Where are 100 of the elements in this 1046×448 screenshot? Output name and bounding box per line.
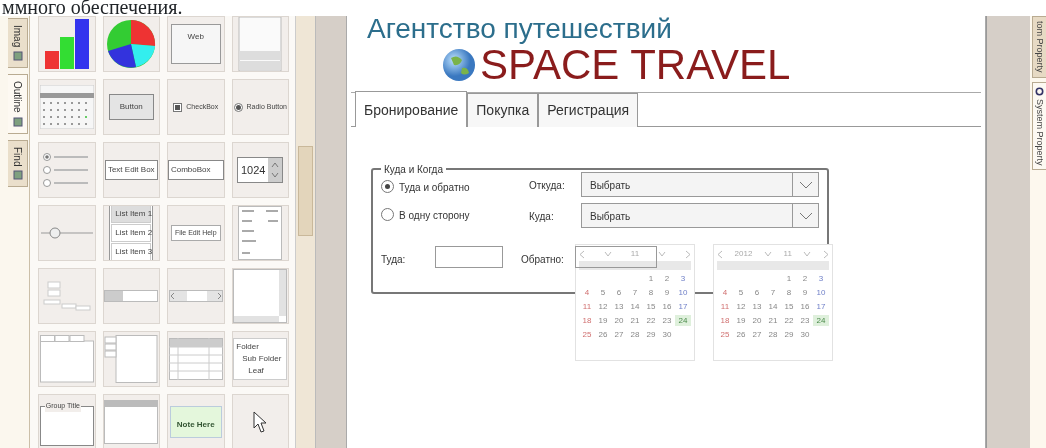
calendar-day[interactable]: 12 (733, 301, 749, 312)
calendar-day[interactable]: 3 (675, 273, 691, 284)
dropdown[interactable]: Выбрать (581, 172, 819, 197)
calendar-day[interactable]: 12 (595, 301, 611, 312)
calendar-day[interactable]: 22 (781, 315, 797, 326)
calendar-day[interactable]: 7 (765, 287, 781, 298)
palette-tile[interactable] (167, 331, 225, 387)
calendar-day[interactable]: 18 (717, 315, 733, 326)
calendar-day[interactable]: 30 (659, 329, 675, 340)
calendar-day[interactable]: 1 (643, 273, 659, 284)
calendar-day[interactable]: 28 (627, 329, 643, 340)
calendar-day[interactable]: 14 (765, 301, 781, 312)
calendar-day[interactable]: 18 (579, 315, 595, 326)
calendar-day[interactable]: 4 (717, 287, 733, 298)
scrollbar-track[interactable] (296, 16, 316, 448)
calendar-day[interactable]: 29 (781, 329, 797, 340)
calendar-day[interactable]: 24 (813, 315, 829, 326)
calendar-day[interactable]: 23 (659, 315, 675, 326)
palette-tile[interactable] (38, 205, 96, 261)
side-tab[interactable]: System Property (1032, 81, 1046, 171)
calendar-day[interactable]: 3 (813, 273, 829, 284)
calendar-day[interactable]: 5 (733, 287, 749, 298)
calendar-day[interactable]: 24 (675, 315, 691, 326)
form-tab[interactable]: Бронирование (355, 91, 468, 127)
calendar-day[interactable]: 13 (611, 301, 627, 312)
calendar-day[interactable]: 21 (627, 315, 643, 326)
palette-tile[interactable]: ComboBox (167, 142, 225, 198)
calendar-day[interactable]: 2 (797, 273, 813, 284)
calendar-day[interactable]: 4 (579, 287, 595, 298)
palette-tile[interactable]: Note Here (167, 394, 225, 448)
calendar-day[interactable]: 27 (611, 329, 627, 340)
palette-tile[interactable] (38, 268, 96, 324)
palette-tile[interactable] (102, 16, 160, 72)
calendar-day[interactable]: 20 (749, 315, 765, 326)
palette-tile[interactable] (38, 79, 96, 135)
calendar-day[interactable]: 20 (611, 315, 627, 326)
radio-button[interactable] (381, 180, 394, 193)
calendar-day[interactable]: 10 (675, 287, 691, 298)
calendar-day[interactable]: 26 (733, 329, 749, 340)
calendar-day[interactable]: 23 (797, 315, 813, 326)
palette-tile[interactable]: Web (167, 16, 225, 72)
form-tab[interactable]: Регистрация (538, 93, 639, 127)
radio-button[interactable] (381, 208, 394, 221)
dropdown[interactable]: Выбрать (581, 203, 819, 228)
calendar-day[interactable]: 11 (717, 301, 733, 312)
calendar-day[interactable]: 28 (765, 329, 781, 340)
calendar-day[interactable]: 17 (813, 301, 829, 312)
calendar-day[interactable]: 5 (595, 287, 611, 298)
calendar-day[interactable]: 15 (643, 301, 659, 312)
calendar-day[interactable]: 8 (781, 287, 797, 298)
splitter-bar[interactable] (316, 16, 346, 448)
calendar-day[interactable]: 27 (749, 329, 765, 340)
calendar-day[interactable]: 22 (643, 315, 659, 326)
scrollbar-thumb[interactable] (298, 146, 313, 236)
calendar-day[interactable]: 9 (797, 287, 813, 298)
date-field[interactable] (575, 246, 657, 268)
calendar-day[interactable]: 6 (749, 287, 765, 298)
calendar-day[interactable]: 21 (765, 315, 781, 326)
calendar-day[interactable]: 25 (579, 329, 595, 340)
calendar-day[interactable]: 17 (675, 301, 691, 312)
palette-tile[interactable] (102, 394, 160, 448)
palette-tile[interactable]: 1024 (231, 142, 289, 198)
calendar-day[interactable]: 19 (733, 315, 749, 326)
palette-tile[interactable] (231, 268, 289, 324)
palette-tile[interactable]: List Item 1 List Item 2 List Item 3 (102, 205, 160, 261)
date-field[interactable] (435, 246, 503, 268)
calendar-day[interactable]: 26 (595, 329, 611, 340)
palette-tile[interactable] (231, 205, 289, 261)
side-tab[interactable]: Imag (8, 18, 28, 69)
calendar-day[interactable]: 1 (781, 273, 797, 284)
palette-tile[interactable]: Folder Sub Folder Leaf (231, 331, 289, 387)
palette-tile[interactable] (231, 394, 289, 448)
calendar-day[interactable]: 7 (627, 287, 643, 298)
palette-tile[interactable] (167, 268, 225, 324)
palette-tile[interactable] (231, 16, 289, 72)
calendar-day[interactable]: 30 (797, 329, 813, 340)
palette-tile[interactable]: Text Edit Box (102, 142, 160, 198)
calendar-day[interactable]: 19 (595, 315, 611, 326)
calendar-day[interactable]: 10 (813, 287, 829, 298)
side-tab[interactable]: Find (8, 139, 28, 188)
palette-tile[interactable]: Button (102, 79, 160, 135)
side-tab[interactable]: Outline (8, 74, 28, 134)
calendar-day[interactable]: 9 (659, 287, 675, 298)
calendar-day[interactable]: 29 (643, 329, 659, 340)
calendar-day[interactable]: 6 (611, 287, 627, 298)
palette-tile[interactable] (102, 268, 160, 324)
calendar-day[interactable]: 16 (797, 301, 813, 312)
palette-tile[interactable] (38, 142, 96, 198)
calendar-day[interactable]: 16 (659, 301, 675, 312)
calendar-day[interactable]: 25 (717, 329, 733, 340)
calendar-day[interactable]: 15 (781, 301, 797, 312)
calendar-day[interactable]: 14 (627, 301, 643, 312)
calendar-day[interactable]: 8 (643, 287, 659, 298)
palette-tile[interactable] (38, 16, 96, 72)
form-tab[interactable]: Покупка (467, 93, 539, 127)
palette-tile[interactable] (102, 331, 160, 387)
calendar-day[interactable]: 2 (659, 273, 675, 284)
palette-tile[interactable] (38, 331, 96, 387)
calendar-day[interactable]: 13 (749, 301, 765, 312)
side-tab[interactable]: tom Property (1032, 16, 1046, 78)
